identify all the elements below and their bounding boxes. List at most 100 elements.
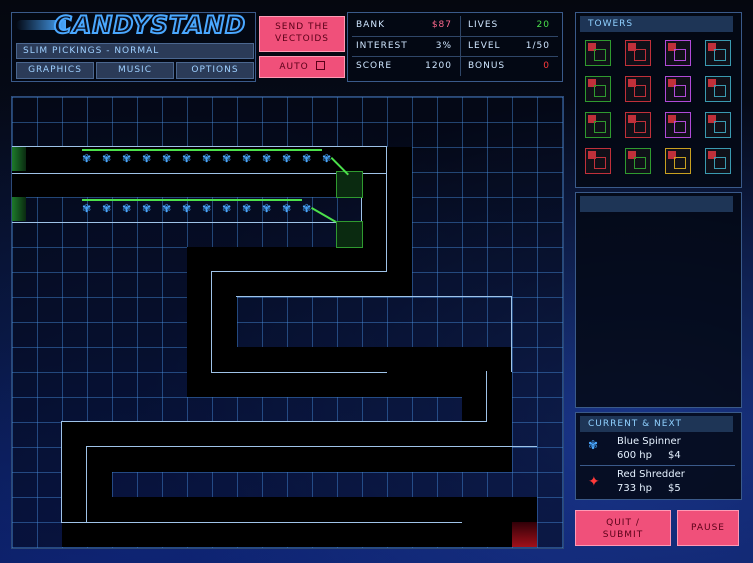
interest-value: 3% xyxy=(435,41,452,51)
lives-value: 20 xyxy=(536,20,550,30)
lives-label: LIVES xyxy=(468,20,499,30)
path-outline-5 xyxy=(236,296,512,372)
green-tower-1[interactable] xyxy=(585,40,611,66)
auto-checkbox[interactable] xyxy=(315,61,325,70)
purple-tower-1[interactable] xyxy=(665,40,691,66)
send-line1: SEND THE xyxy=(275,22,329,32)
bank-value: $87 xyxy=(431,20,452,30)
stats-vertical-divider xyxy=(460,16,461,76)
teal-tower-2[interactable] xyxy=(705,76,731,102)
health-bar-row1 xyxy=(82,149,322,151)
bank-label: BANK xyxy=(356,20,385,30)
red-tower-2[interactable] xyxy=(625,76,651,102)
level-value: 1/50 xyxy=(525,41,550,51)
blue-spinner-enemy: ✾ xyxy=(102,202,112,215)
teal-special-tower[interactable] xyxy=(705,148,731,174)
send-vectoids-button[interactable]: SEND THE VECTOIDS xyxy=(259,16,345,52)
tower-glyph xyxy=(634,49,646,61)
next-enemy-reward: $5 xyxy=(668,483,681,494)
tower-glyph xyxy=(594,85,606,97)
quit-line1: QUIT / xyxy=(606,518,640,528)
placed-green-tower-1[interactable] xyxy=(336,171,363,198)
send-line2: VECTOIDS xyxy=(274,34,329,44)
candystand-logo[interactable]: CANDYSTAND xyxy=(16,10,252,40)
tower-info-title xyxy=(580,196,733,212)
path-outline-3 xyxy=(386,146,387,271)
blue-spinner-icon: ✾ xyxy=(588,438,599,452)
tower-glyph xyxy=(594,49,606,61)
level-label: LEVEL xyxy=(468,41,501,51)
tower-glyph xyxy=(594,121,606,133)
blue-spinner-enemy: ✾ xyxy=(322,152,332,165)
placed-green-tower-2[interactable] xyxy=(336,221,363,248)
health-bar-row2 xyxy=(82,199,302,201)
blue-spinner-enemy: ✾ xyxy=(162,152,172,165)
blue-spinner-enemy: ✾ xyxy=(302,152,312,165)
tower-glyph xyxy=(674,85,686,97)
next-enemy-hp: 733 hp xyxy=(617,483,652,494)
blue-spinner-enemy: ✾ xyxy=(82,202,92,215)
green-tower-2[interactable] xyxy=(585,76,611,102)
graphics-button[interactable]: GRAPHICS xyxy=(16,62,94,79)
pause-button[interactable]: PAUSE xyxy=(677,510,739,546)
blue-spinner-enemy: ✾ xyxy=(142,202,152,215)
tower-glyph xyxy=(674,157,686,169)
tower-info-panel xyxy=(575,192,742,408)
blue-spinner-enemy: ✾ xyxy=(242,202,252,215)
music-button[interactable]: MUSIC xyxy=(96,62,174,79)
purple-tower-3[interactable] xyxy=(665,112,691,138)
blue-spinner-enemy: ✾ xyxy=(142,152,152,165)
spawn-point-2 xyxy=(12,197,26,221)
game-board[interactable]: ✾ ✾ ✾ ✾ ✾ ✾ ✾ ✾ ✾ ✾ ✾ ✾ ✾ ✾ ✾ ✾ ✾ ✾ ✾ ✾ ✾ ✾ ✾ ✾ ✾ xyxy=(11,96,564,549)
tower-glyph xyxy=(714,49,726,61)
blue-spinner-enemy: ✾ xyxy=(202,152,212,165)
purple-tower-2[interactable] xyxy=(665,76,691,102)
tower-glyph xyxy=(674,49,686,61)
blue-spinner-enemy: ✾ xyxy=(182,202,192,215)
blue-spinner-enemy: ✾ xyxy=(102,152,112,165)
tower-glyph xyxy=(674,121,686,133)
level-name-label: SLIM PICKINGS - NORMAL xyxy=(16,43,254,59)
green-special-tower[interactable] xyxy=(625,148,651,174)
bonus-value: 0 xyxy=(543,61,550,71)
towers-title: TOWERS xyxy=(580,16,733,32)
blue-spinner-enemy: ✾ xyxy=(262,202,272,215)
red-special-tower[interactable] xyxy=(585,148,611,174)
blue-spinner-enemy: ✾ xyxy=(182,152,192,165)
blue-spinner-enemy: ✾ xyxy=(122,202,132,215)
options-button[interactable]: OPTIONS xyxy=(176,62,254,79)
current-enemy-reward: $4 xyxy=(668,450,681,461)
next-enemy-name: Red Shredder xyxy=(617,469,685,480)
tower-glyph xyxy=(714,157,726,169)
yellow-special-tower[interactable] xyxy=(665,148,691,174)
red-tower-1[interactable] xyxy=(625,40,651,66)
tower-glyph xyxy=(714,121,726,133)
tower-glyph xyxy=(634,121,646,133)
score-label: SCORE xyxy=(356,61,393,71)
blue-spinner-enemy: ✾ xyxy=(282,202,292,215)
auto-label: AUTO xyxy=(279,62,309,72)
red-tower-3[interactable] xyxy=(625,112,651,138)
current-enemy-hp: 600 hp xyxy=(617,450,652,461)
blue-spinner-enemy: ✾ xyxy=(242,152,252,165)
spawn-point-1 xyxy=(12,147,26,171)
score-value: 1200 xyxy=(425,61,452,71)
teal-tower-1[interactable] xyxy=(705,40,731,66)
red-shredder-icon: ✦ xyxy=(588,474,600,490)
path-outline-8 xyxy=(86,446,537,522)
blue-spinner-enemy: ✾ xyxy=(82,152,92,165)
blue-spinner-enemy: ✾ xyxy=(222,202,232,215)
blue-spinner-enemy: ✾ xyxy=(202,202,212,215)
green-tower-3[interactable] xyxy=(585,112,611,138)
blue-spinner-enemy: ✾ xyxy=(282,152,292,165)
quit-submit-button[interactable]: QUIT / SUBMIT xyxy=(575,510,671,546)
auto-button[interactable]: AUTO xyxy=(259,56,345,78)
blue-spinner-enemy: ✾ xyxy=(302,202,312,215)
tower-glyph xyxy=(594,157,606,169)
teal-tower-3[interactable] xyxy=(705,112,731,138)
tower-grid xyxy=(585,40,735,180)
blue-spinner-enemy: ✾ xyxy=(162,202,172,215)
tower-glyph xyxy=(714,85,726,97)
bonus-label: BONUS xyxy=(468,61,506,71)
blue-spinner-enemy: ✾ xyxy=(262,152,272,165)
